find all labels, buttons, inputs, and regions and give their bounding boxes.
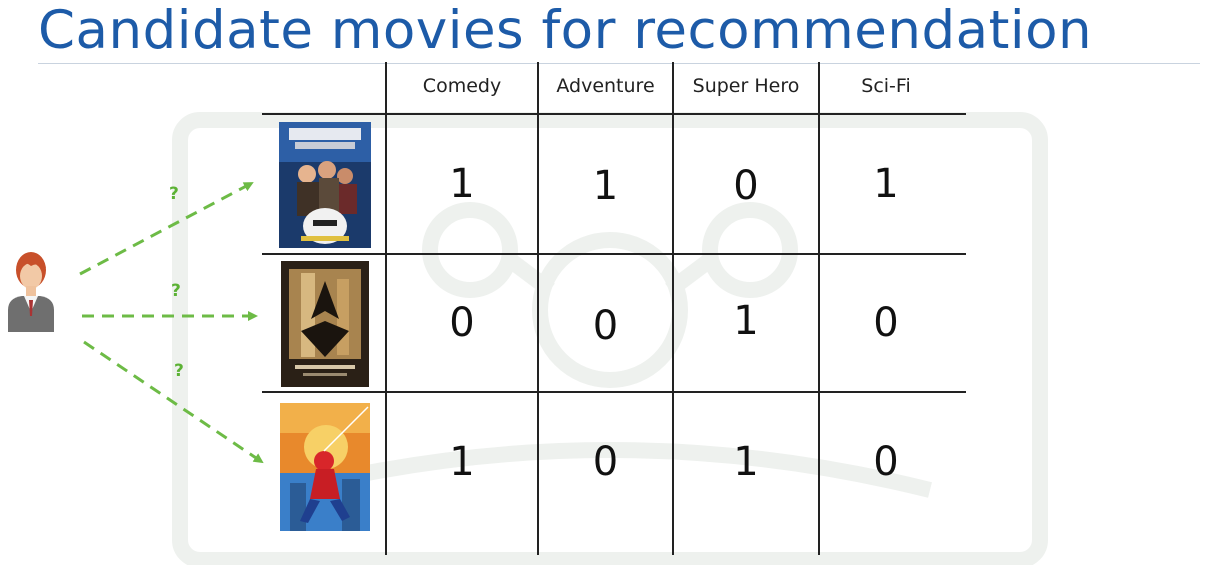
arrow-label-3: ? — [174, 361, 184, 381]
arrow-label-1: ? — [169, 184, 179, 204]
arrow-to-movie-1 — [79, 181, 254, 276]
arrow-to-movie-3 — [83, 340, 264, 464]
recommendation-arrows — [79, 181, 264, 464]
arrow-label-2: ? — [171, 281, 181, 301]
